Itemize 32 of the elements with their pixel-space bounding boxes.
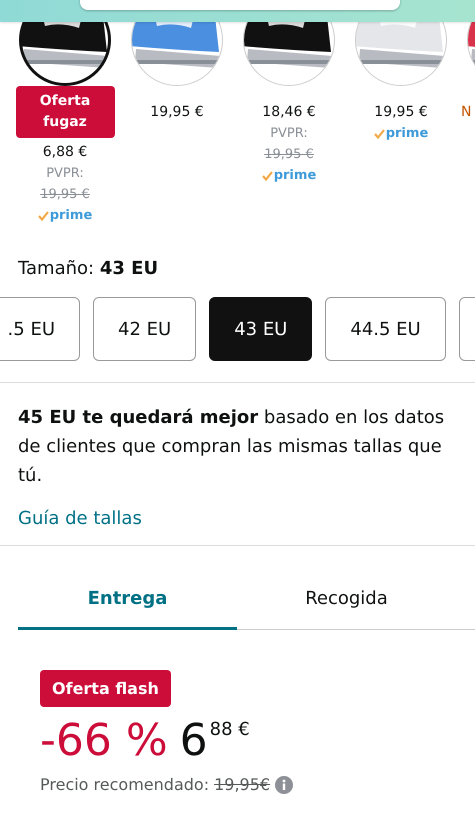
- size-option[interactable]: 43 EU: [209, 297, 312, 361]
- list-price-label: PVPR:: [46, 165, 84, 183]
- size-label: Tamaño: 43 EU: [17, 257, 160, 279]
- swatch-price: 18,46 €: [262, 103, 316, 122]
- list-price: 19,95 €: [264, 146, 314, 164]
- info-icon[interactable]: [275, 776, 294, 794]
- swatch-price: 19,95 €: [374, 103, 428, 122]
- availability-note: N: [460, 103, 472, 122]
- size-option[interactable]: .5 EU: [0, 297, 80, 361]
- check-icon: [262, 170, 273, 180]
- list-price-label: PVPR:: [270, 125, 308, 143]
- prime-label: prime: [386, 125, 428, 143]
- size-option[interactable]: 42 EU: [93, 297, 196, 361]
- recommended-price: 19,95€: [214, 775, 270, 794]
- check-icon: [374, 128, 385, 138]
- prime-label: prime: [50, 207, 92, 225]
- tab[interactable]: Recogida: [237, 576, 456, 630]
- swatch-price: 6,88 €: [42, 143, 88, 162]
- tab[interactable]: Entrega: [18, 576, 237, 630]
- recommended-price-label: Precio recomendado:: [40, 775, 210, 794]
- list-price: 19,95 €: [40, 186, 90, 204]
- prime-label: prime: [274, 167, 316, 185]
- price-fraction: 88 €: [210, 719, 250, 740]
- deal-badge: Oferta fugaz: [16, 86, 114, 138]
- swatch-price: 19,95 €: [150, 103, 204, 122]
- size-option[interactable]: 44.5 EU: [325, 297, 446, 361]
- discount-text: -66 %: [40, 715, 168, 767]
- deal-badge: Oferta flash: [40, 670, 171, 707]
- fit-recommendation: 45 EU te quedará mejor basado en los datos de clientes que compran las mismas tallas que tú.: [18, 406, 446, 488]
- size-guide-link[interactable]: Guía de tallas: [18, 508, 142, 529]
- price-whole: 6: [180, 715, 208, 767]
- check-icon: [38, 210, 49, 220]
